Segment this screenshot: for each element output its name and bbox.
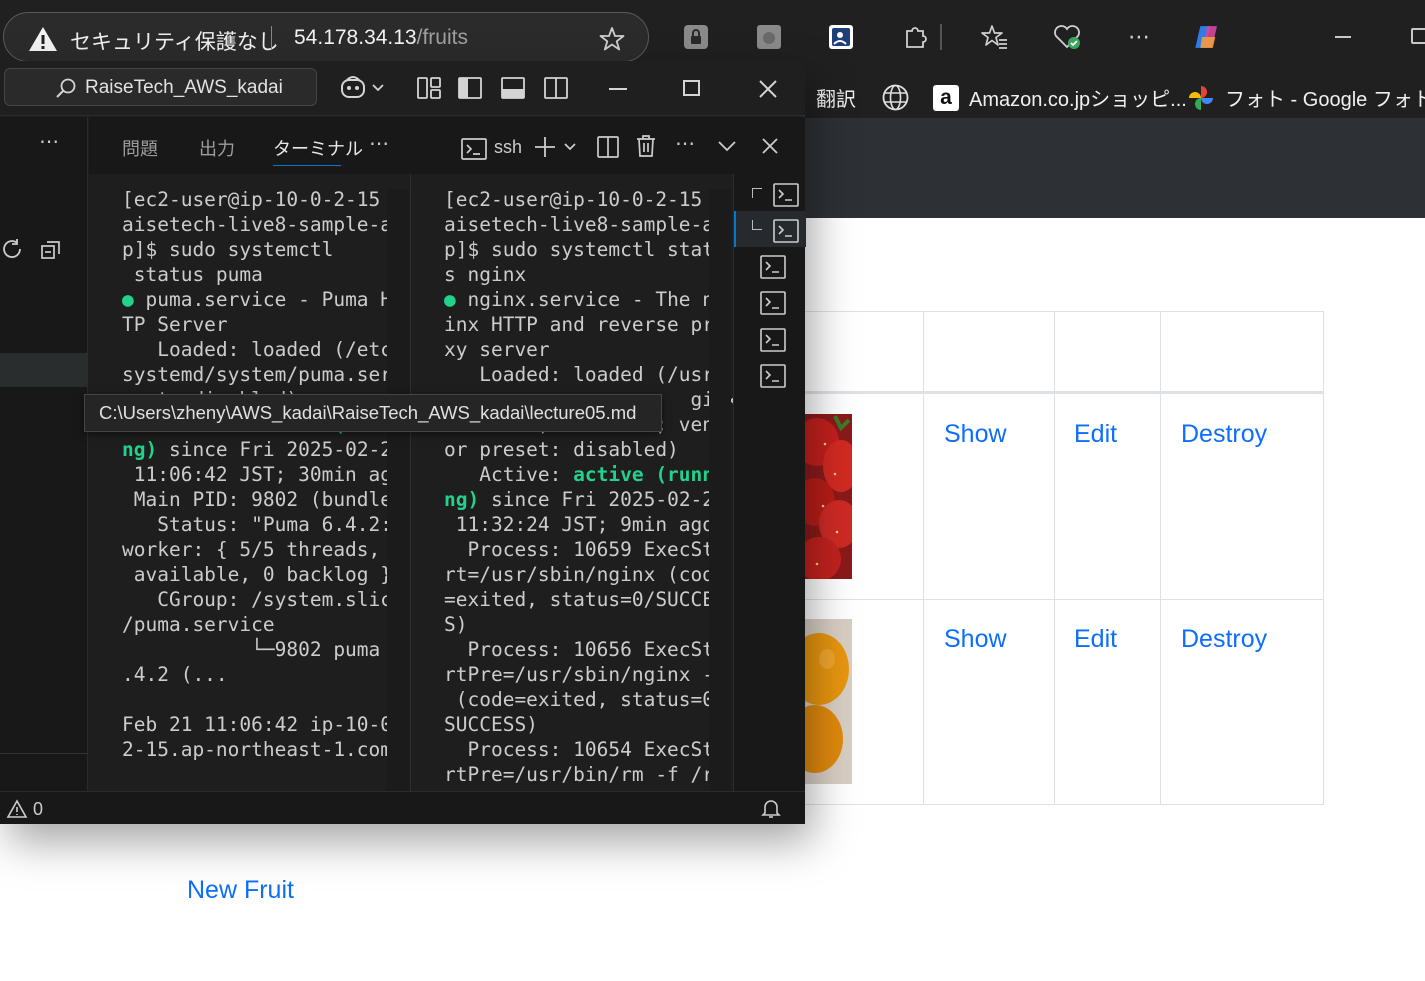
terminal-tab-icon[interactable] — [772, 218, 800, 244]
extension-cat-icon[interactable] — [754, 22, 784, 52]
terminal-tab-icon[interactable] — [759, 363, 787, 389]
terminal-tab-icon[interactable] — [759, 254, 787, 280]
toolbar-separator — [940, 24, 942, 50]
collapse-all-icon[interactable] — [40, 239, 62, 261]
vscode-titlebar: RaiseTech_AWS_kadai — [0, 61, 805, 116]
terminal-tab-icon[interactable] — [772, 182, 800, 208]
trash-icon[interactable] — [635, 134, 657, 158]
sidebar-divider — [0, 753, 88, 754]
vscode-minimize-button[interactable] — [609, 88, 627, 90]
terminal-scrollbar-right[interactable] — [709, 189, 731, 791]
screencast-icon[interactable] — [826, 22, 856, 52]
tree-connector-bottom — [752, 220, 762, 230]
amazon-icon: a — [933, 84, 959, 111]
bookmark-amazon[interactable]: a Amazon.co.jpショッピ... — [933, 83, 1187, 112]
bell-icon[interactable] — [761, 798, 781, 820]
copilot-menu-icon[interactable] — [339, 75, 387, 101]
customize-layout-icon[interactable] — [415, 75, 443, 101]
status-bar: 0 — [0, 791, 805, 824]
address-bar[interactable]: セキュリティ保護なし 54.178.34.13/fruits — [3, 12, 649, 62]
new-terminal-icon[interactable] — [533, 135, 579, 159]
chevron-down-icon[interactable] — [717, 139, 737, 153]
extensions-puzzle-icon[interactable] — [900, 22, 930, 52]
bookmark-google-photos[interactable]: フォト - Google フォト — [1187, 83, 1425, 112]
new-fruit-link[interactable]: New Fruit — [187, 876, 294, 905]
warning-icon[interactable] — [28, 25, 58, 53]
vscode-window: RaiseTech_AWS_kadai ⋯ 問題 出力 ターミナル ⋯ ssh … — [0, 61, 806, 824]
url-host: 54.178.34.13 — [294, 26, 417, 49]
toggle-panel-icon[interactable] — [499, 75, 527, 101]
orange-image — [805, 619, 852, 784]
security-label[interactable]: セキュリティ保護なし — [70, 26, 279, 56]
destroy-link[interactable]: Destroy — [1181, 625, 1267, 654]
close-panel-icon[interactable] — [761, 137, 779, 155]
terminal-split-divider[interactable] — [410, 174, 411, 791]
warning-icon[interactable] — [6, 799, 28, 819]
warning-count[interactable]: 0 — [33, 799, 43, 820]
window-maximize-button[interactable] — [1411, 28, 1425, 44]
table-header-cell — [1054, 311, 1161, 394]
workspace-name: RaiseTech_AWS_kadai — [85, 77, 283, 98]
vscode-maximize-button[interactable] — [683, 80, 700, 96]
toggle-secondary-sidebar-icon[interactable] — [542, 75, 570, 101]
password-lock-icon[interactable] — [681, 22, 711, 52]
sidebar-more-icon[interactable]: ⋯ — [39, 129, 59, 154]
tab-problems[interactable]: 問題 — [122, 135, 158, 161]
google-photos-icon — [1189, 85, 1213, 110]
strawberry-image — [805, 414, 852, 579]
copilot-icon[interactable] — [1192, 22, 1222, 52]
refresh-icon[interactable] — [0, 237, 24, 261]
browser-essentials-icon[interactable] — [1052, 22, 1082, 52]
bookmark-translate[interactable]: 翻訳 — [816, 83, 856, 112]
show-link[interactable]: Show — [944, 625, 1007, 654]
edit-link[interactable]: Edit — [1074, 625, 1117, 654]
favorites-icon[interactable] — [979, 22, 1009, 52]
toggle-primary-sidebar-icon[interactable] — [456, 75, 484, 101]
favorite-star-icon[interactable] — [598, 25, 626, 53]
shell-label[interactable]: ssh — [494, 137, 522, 158]
terminal-more-icon[interactable]: ⋯ — [675, 131, 695, 156]
destroy-link[interactable]: Destroy — [1181, 420, 1267, 449]
table-header-cell — [805, 311, 924, 394]
url-path: /fruits — [416, 26, 468, 49]
terminal-tab-icon[interactable] — [759, 327, 787, 353]
tab-output[interactable]: 出力 — [199, 135, 235, 161]
command-center-search[interactable]: RaiseTech_AWS_kadai — [4, 68, 317, 106]
window-minimize-button[interactable] — [1335, 36, 1351, 38]
tree-connector-top — [752, 188, 762, 198]
terminal-tabs-list — [733, 174, 806, 791]
show-link[interactable]: Show — [944, 420, 1007, 449]
sidebar-selected-item[interactable] — [0, 353, 88, 387]
active-tab-indicator — [273, 165, 341, 166]
panel-more-icon[interactable]: ⋯ — [369, 131, 389, 156]
terminal-pane-nginx[interactable]: [ec2-user@ip-10-0-2-15 r aisetech-live8-s… — [444, 187, 738, 787]
file-path-tooltip: C:\Users\zheny\AWS_kadai\RaiseTech_AWS_k… — [84, 394, 662, 432]
vscode-close-button[interactable] — [757, 78, 779, 100]
more-menu-icon[interactable]: ⋯ — [1124, 22, 1154, 52]
terminal-profile-icon[interactable] — [460, 137, 488, 161]
panel-header: 問題 出力 ターミナル ⋯ ssh ⋯ — [89, 117, 805, 174]
edit-link[interactable]: Edit — [1074, 420, 1117, 449]
globe-icon[interactable] — [881, 83, 910, 112]
sidebar-strip: ⋯ — [0, 117, 88, 791]
address-separator — [271, 26, 272, 50]
table-header-cell — [1160, 311, 1324, 394]
search-icon — [56, 78, 76, 98]
tab-terminal[interactable]: ターミナル — [273, 135, 363, 161]
table-header-cell — [923, 311, 1055, 394]
terminal-scrollbar-left[interactable] — [387, 189, 409, 791]
split-terminal-icon[interactable] — [596, 135, 620, 159]
terminal-tab-icon[interactable] — [759, 290, 787, 316]
url-text[interactable]: 54.178.34.13/fruits — [294, 26, 468, 50]
terminal-pane-puma[interactable]: [ec2-user@ip-10-0-2-15 r aisetech-live8-s… — [122, 187, 404, 762]
